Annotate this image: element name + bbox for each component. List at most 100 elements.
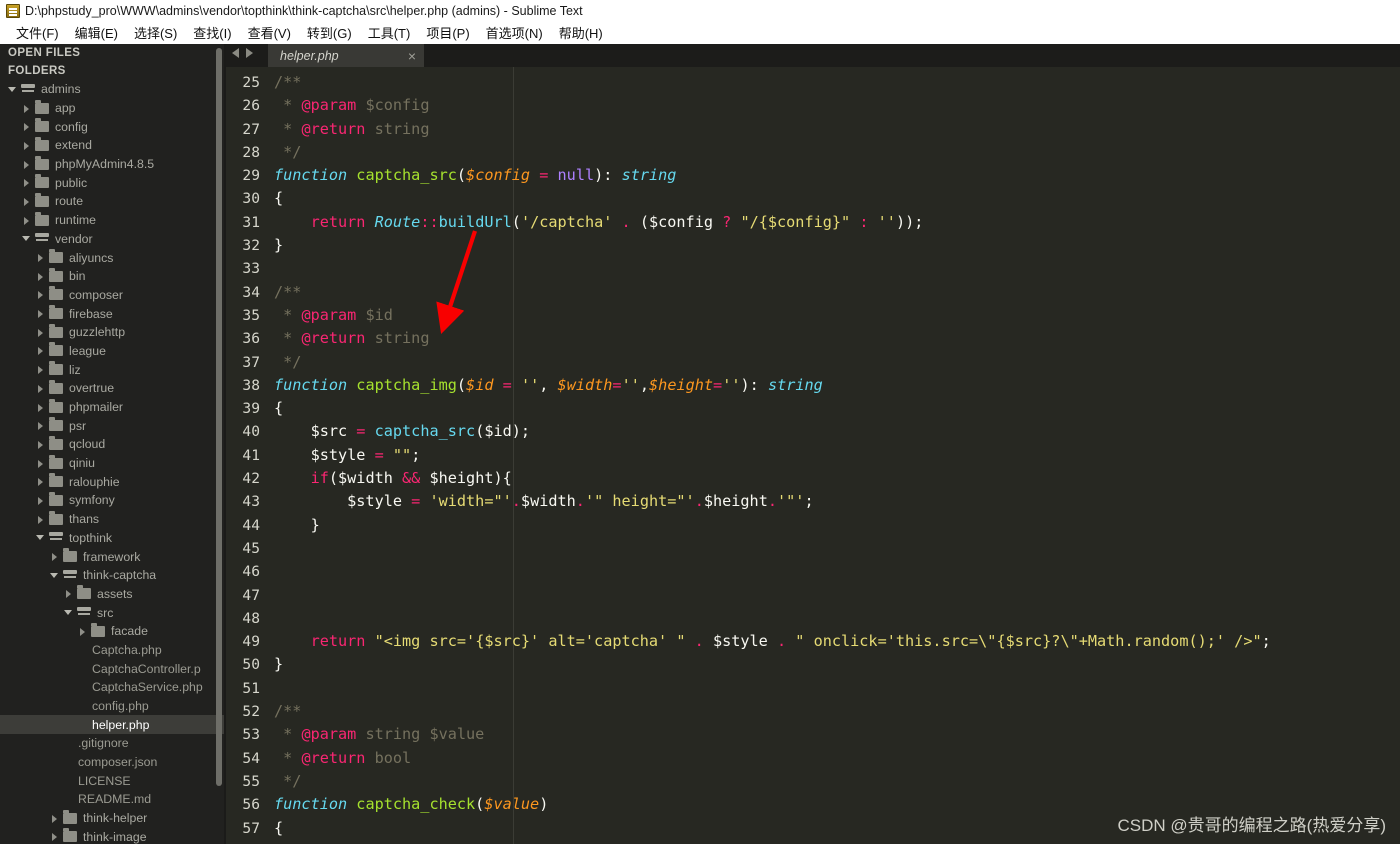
- code-text[interactable]: {: [274, 187, 1400, 210]
- tree-folder-think-helper[interactable]: think-helper: [0, 809, 226, 828]
- chevron-right-icon[interactable]: [22, 141, 31, 150]
- chevron-right-icon[interactable]: [36, 328, 45, 337]
- code-text[interactable]: }: [274, 653, 1400, 676]
- tree-folder-extend[interactable]: extend: [0, 136, 226, 155]
- tree-file-helper-php[interactable]: helper.php: [0, 715, 226, 735]
- chevron-right-icon[interactable]: [50, 814, 59, 823]
- tree-folder-liz[interactable]: liz: [0, 360, 226, 379]
- code-text[interactable]: * @return string: [274, 327, 1400, 350]
- tree-folder-assets[interactable]: assets: [0, 585, 226, 604]
- menu-view[interactable]: 查看(V): [240, 21, 299, 44]
- tree-folder-composer[interactable]: composer: [0, 286, 226, 305]
- chevron-down-icon[interactable]: [8, 85, 17, 94]
- chevron-right-icon[interactable]: [64, 589, 73, 599]
- tree-folder-aliyuncs[interactable]: aliyuncs: [0, 248, 226, 267]
- chevron-right-icon[interactable]: [78, 627, 87, 636]
- code-text[interactable]: * @param $config: [274, 94, 1400, 117]
- code-text[interactable]: $style = "";: [274, 444, 1400, 467]
- code-text[interactable]: [274, 677, 1400, 700]
- menu-edit[interactable]: 编辑(E): [67, 21, 126, 44]
- menu-selection[interactable]: 选择(S): [126, 21, 185, 44]
- code-text[interactable]: [274, 560, 1400, 583]
- code-text[interactable]: {: [274, 397, 1400, 420]
- tree-folder-overtrue[interactable]: overtrue: [0, 379, 226, 398]
- chevron-right-icon[interactable]: [36, 496, 45, 505]
- nav-back-arrow-icon[interactable]: [232, 48, 239, 58]
- code-text[interactable]: return Route::buildUrl('/captcha' . ($co…: [274, 211, 1400, 234]
- chevron-down-icon[interactable]: [64, 608, 73, 617]
- chevron-right-icon[interactable]: [50, 832, 59, 842]
- tree-folder-thans[interactable]: thans: [0, 510, 226, 529]
- code-text[interactable]: /**: [274, 71, 1400, 94]
- chevron-right-icon[interactable]: [22, 122, 31, 132]
- tree-folder-guzzlehttp[interactable]: guzzlehttp: [0, 323, 226, 342]
- code-text[interactable]: */: [274, 351, 1400, 374]
- code-text[interactable]: * @return bool: [274, 747, 1400, 770]
- code-text[interactable]: $style = 'width="'.$width.'" height="'.$…: [274, 490, 1400, 513]
- code-text[interactable]: return Captcha::check($value);: [274, 840, 1400, 844]
- chevron-right-icon[interactable]: [50, 552, 59, 562]
- chevron-down-icon[interactable]: [22, 234, 31, 243]
- chevron-right-icon[interactable]: [36, 421, 45, 431]
- tree-folder-qiniu[interactable]: qiniu: [0, 454, 226, 473]
- tree-folder-symfony[interactable]: symfony: [0, 491, 226, 510]
- chevron-right-icon[interactable]: [36, 440, 45, 449]
- menu-preferences[interactable]: 首选项(N): [478, 21, 551, 44]
- tree-file-captcha-php[interactable]: Captcha.php: [0, 641, 226, 660]
- code-text[interactable]: /**: [274, 281, 1400, 304]
- code-text[interactable]: /**: [274, 700, 1400, 723]
- chevron-right-icon[interactable]: [36, 290, 45, 300]
- chevron-right-icon[interactable]: [36, 459, 45, 468]
- code-text[interactable]: $src = captcha_src($id);: [274, 420, 1400, 443]
- tree-file-gitignore[interactable]: .gitignore: [0, 734, 226, 753]
- menu-help[interactable]: 帮助(H): [551, 21, 611, 44]
- chevron-down-icon[interactable]: [36, 533, 45, 542]
- tree-folder-runtime[interactable]: runtime: [0, 211, 226, 230]
- chevron-right-icon[interactable]: [36, 515, 45, 524]
- tree-folder-bin[interactable]: bin: [0, 267, 226, 286]
- code-text[interactable]: [274, 584, 1400, 607]
- code-text[interactable]: if($width && $height){: [274, 467, 1400, 490]
- tree-folder-topthink[interactable]: topthink: [0, 529, 226, 548]
- tree-file-captchaservice-php[interactable]: CaptchaService.php: [0, 678, 226, 697]
- chevron-right-icon[interactable]: [36, 309, 45, 319]
- tree-folder-phpmailer[interactable]: phpmailer: [0, 398, 226, 417]
- code-text[interactable]: function captcha_img($id = '', $width=''…: [274, 374, 1400, 397]
- code-editor[interactable]: 25/** 26 * @param $config 27 * @return str…: [226, 67, 1400, 844]
- code-text[interactable]: [274, 537, 1400, 560]
- tab-helper-php[interactable]: helper.php ×: [268, 44, 424, 67]
- sidebar-scrollbar[interactable]: [216, 48, 222, 786]
- chevron-down-icon[interactable]: [50, 571, 59, 580]
- chevron-right-icon[interactable]: [22, 197, 31, 206]
- code-text[interactable]: * @param string $value: [274, 723, 1400, 746]
- menu-file[interactable]: 文件(F): [8, 21, 67, 44]
- chevron-right-icon[interactable]: [36, 346, 45, 356]
- tree-file-composer-json[interactable]: composer.json: [0, 753, 226, 772]
- tree-folder-firebase[interactable]: firebase: [0, 304, 226, 323]
- chevron-right-icon[interactable]: [36, 477, 45, 487]
- chevron-right-icon[interactable]: [36, 253, 45, 263]
- chevron-right-icon[interactable]: [22, 178, 31, 188]
- chevron-right-icon[interactable]: [36, 365, 45, 375]
- tree-folder-phpmyadmin4-8-5[interactable]: phpMyAdmin4.8.5: [0, 155, 226, 174]
- tree-folder-think-image[interactable]: think-image: [0, 828, 226, 844]
- tree-folder-qcloud[interactable]: qcloud: [0, 435, 226, 454]
- code-text[interactable]: * @return string: [274, 118, 1400, 141]
- tree-file-captchacontroller-p[interactable]: CaptchaController.p: [0, 659, 226, 678]
- tree-folder-config[interactable]: config: [0, 117, 226, 136]
- code-text[interactable]: */: [274, 141, 1400, 164]
- code-text[interactable]: function captcha_src($config = null): st…: [274, 164, 1400, 187]
- code-text[interactable]: [274, 607, 1400, 630]
- tree-file-config-php[interactable]: config.php: [0, 697, 226, 716]
- tree-folder-admins[interactable]: admins: [0, 80, 226, 99]
- chevron-right-icon[interactable]: [22, 216, 31, 225]
- tree-folder-app[interactable]: app: [0, 99, 226, 118]
- menu-project[interactable]: 项目(P): [418, 21, 477, 44]
- code-text[interactable]: }: [274, 514, 1400, 537]
- menu-goto[interactable]: 转到(G): [299, 21, 360, 44]
- chevron-right-icon[interactable]: [22, 104, 31, 113]
- chevron-right-icon[interactable]: [36, 403, 45, 412]
- tree-folder-src[interactable]: src: [0, 603, 226, 622]
- menu-find[interactable]: 查找(I): [185, 21, 239, 44]
- code-text[interactable]: [274, 257, 1400, 280]
